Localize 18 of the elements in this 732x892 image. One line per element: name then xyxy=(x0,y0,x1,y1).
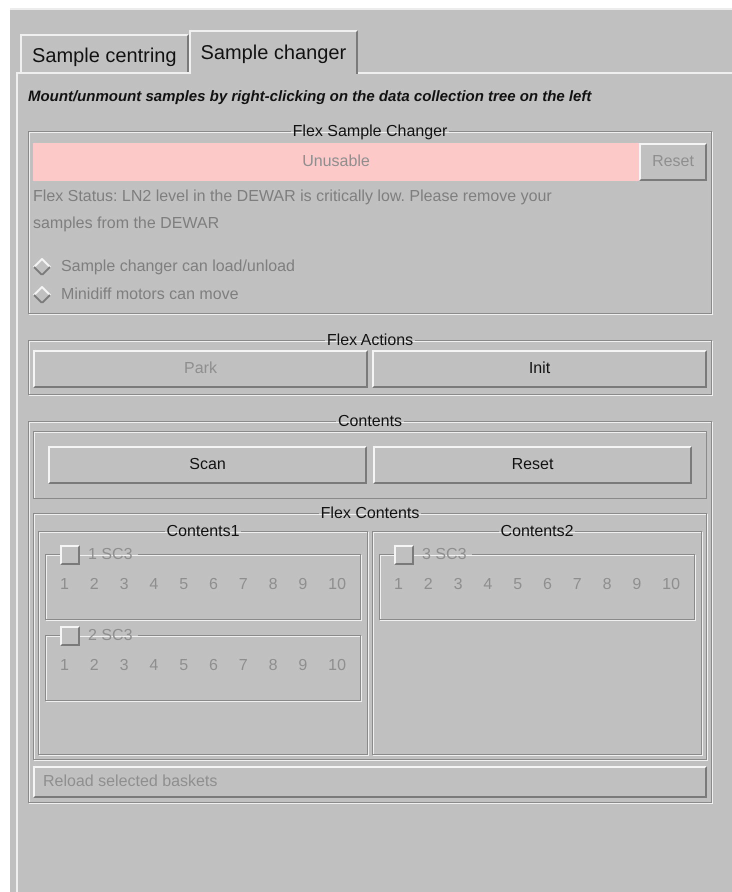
status-message: Flex Status: LN2 level in the DEWAR is critically low. Please remove your samples from the DEWAR xyxy=(33,186,553,234)
group-title: Flex Contents xyxy=(320,504,420,522)
contents-button[interactable]: Scan xyxy=(48,446,367,484)
group-title: Flex Actions xyxy=(326,332,414,350)
instruction-text: Mount/unmount samples by right-clicking on the data collection tree on the left xyxy=(28,87,593,107)
group-title: Contents2 xyxy=(500,522,574,540)
indicator-label: Sample changer can load/unload xyxy=(61,256,295,276)
basket-label: 3 SC3 xyxy=(422,544,466,564)
basket-label: 1 SC3 xyxy=(88,544,132,564)
indicator-label: Minidiff motors can move xyxy=(61,284,239,304)
action-button[interactable]: Init xyxy=(372,350,707,388)
group-title: Contents xyxy=(336,412,404,430)
contents-button[interactable]: Reset xyxy=(373,446,692,484)
status-bar: Unusable xyxy=(33,142,639,180)
tab[interactable]: Sample changer xyxy=(188,30,358,74)
group-title: Contents1 xyxy=(166,522,240,540)
group-title: Flex Sample Changer xyxy=(292,122,448,140)
basket-label: 2 SC3 xyxy=(88,626,132,646)
